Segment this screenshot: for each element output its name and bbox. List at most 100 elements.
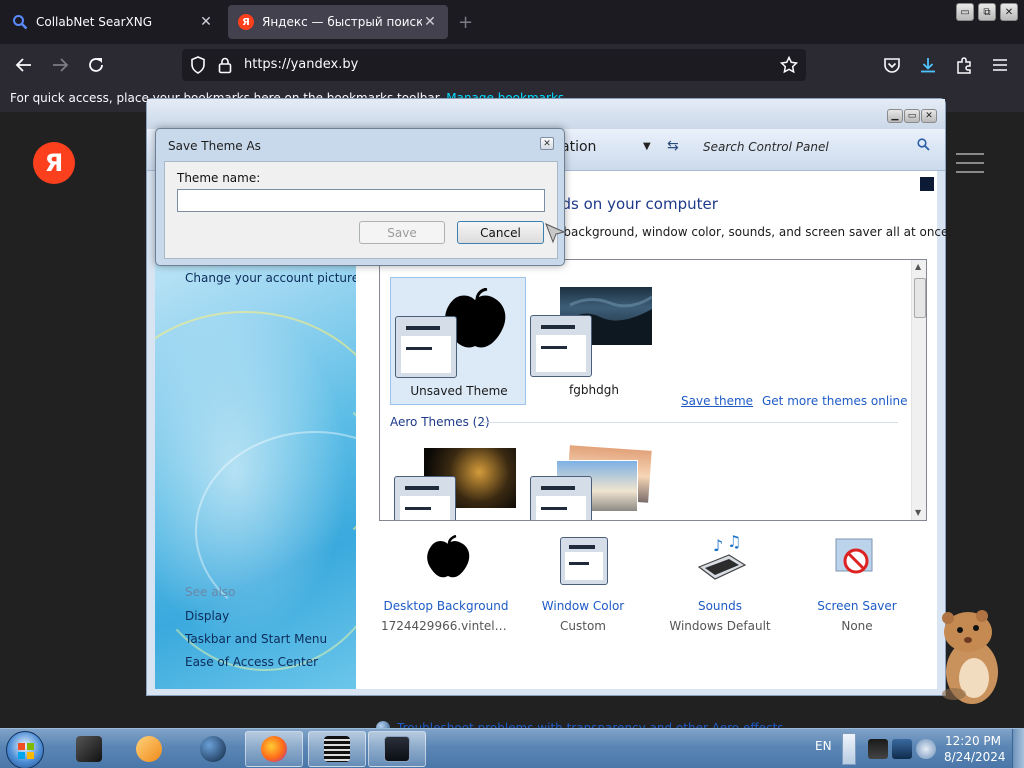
aero-themes-heading: Aero Themes (2) [390,415,490,429]
url-bar[interactable]: https://yandex.by [182,49,806,81]
download-icon[interactable] [916,53,940,77]
svg-text:♪: ♪ [713,536,723,555]
theme-label: Unsaved Theme [410,384,508,398]
yandex-logo[interactable]: Я [33,142,75,184]
page-description: n background, window color, sounds, and … [552,225,953,239]
taskbar-app-terminal[interactable] [60,731,118,767]
option-value: Custom [560,619,606,633]
start-button[interactable] [6,731,44,768]
maximize-button[interactable]: ⧉ [978,3,996,21]
close-tab-icon[interactable]: ✕ [198,14,214,30]
refresh-icon[interactable]: ⇆ [667,138,679,154]
theme-name-label: Theme name: [177,171,261,185]
close-window-button[interactable]: ✕ [1000,3,1018,21]
control-panel-titlebar: ▁ ▭ ✕ [147,99,945,129]
search-icon[interactable] [917,138,930,155]
option-name: Screen Saver [817,599,897,613]
theme-tile-unsaved[interactable]: Unsaved Theme [390,277,526,405]
lock-icon[interactable] [218,56,232,77]
search-control-panel-box[interactable]: Search Control Panel [695,136,939,160]
browser-tab-bar: CollabNet SearXNG ✕ Я Яндекс — быстрый п… [0,0,1024,44]
shield-icon[interactable] [190,56,206,77]
taskbar-app-firefox[interactable] [245,731,303,767]
yandex-menu-icon[interactable] [956,153,984,173]
mouse-cursor-icon [544,222,566,247]
option-name: Desktop Background [383,599,509,613]
magnifier-icon [12,14,28,30]
cp-maximize-button[interactable]: ▭ [904,109,920,123]
scrollbar-thumb[interactable] [914,278,926,318]
tab-collabnet-searxng[interactable]: CollabNet SearXNG ✕ [2,5,224,39]
themes-scrollbar[interactable]: ▲ ▼ [911,260,926,520]
dialog-body: Theme name: Save Cancel [164,161,558,259]
dialog-close-button[interactable]: ✕ [540,137,554,150]
taskbar-app-control-panel[interactable] [368,731,426,767]
black-box-icon [76,736,102,762]
clock-time[interactable]: 12:20 PM [944,734,1002,748]
volume-icon[interactable] [916,739,936,759]
window-color-icon [560,537,608,585]
clock-date[interactable]: 8/24/2024 [944,750,1006,764]
see-also-heading: See also [185,585,236,599]
screen-saver-none-icon [832,535,880,586]
notepad-icon [324,736,350,762]
window-thumbnail-icon [394,476,456,520]
taskbar-app-notepad[interactable] [308,731,366,767]
show-desktop-button[interactable] [1012,729,1024,768]
breadcrumb[interactable]: ation [561,139,596,155]
dialog-title: Save Theme As [168,139,261,153]
network-icon[interactable] [892,739,912,759]
extensions-icon[interactable] [952,53,976,77]
scroll-up-icon[interactable]: ▲ [915,262,921,271]
display-link[interactable]: Display [185,609,229,623]
change-account-picture-link[interactable]: Change your account picture [185,271,356,285]
reload-icon[interactable] [84,53,108,77]
cancel-button[interactable]: Cancel [457,221,544,244]
cp-minimize-button[interactable]: ▁ [887,109,903,123]
window-thumbnail-icon [395,316,457,378]
tab-title: CollabNet SearXNG [36,15,153,29]
tray-app-icon[interactable] [868,739,888,759]
language-indicator[interactable]: EN [815,739,832,753]
tray-flag-icon[interactable] [842,733,856,765]
option-value: None [841,619,873,633]
tab-yandex[interactable]: Я Яндекс — быстрый поиск в интернете ✕ [228,5,448,39]
breadcrumb-dropdown-icon[interactable]: ▼ [643,141,651,152]
navigation-toolbar: https://yandex.by [0,44,1024,86]
page-heading: nds on your computer [552,195,718,213]
divider [482,422,898,423]
taskbar-app-media-player[interactable] [120,731,178,767]
scroll-down-icon[interactable]: ▼ [915,508,921,517]
save-theme-link[interactable]: Save theme [681,394,753,408]
get-more-themes-link[interactable]: Get more themes online [762,394,908,408]
control-panel-icon [384,736,410,762]
window-thumbnail-icon [530,476,592,520]
ease-of-access-link[interactable]: Ease of Access Center [185,655,318,669]
option-name: Window Color [541,599,625,613]
new-tab-button[interactable]: + [458,12,473,33]
star-bookmark-icon[interactable] [779,55,799,77]
apple-silhouette-icon [421,534,473,582]
cp-close-button[interactable]: ✕ [921,109,937,123]
theme-label: fgbhdgh [569,383,619,397]
svg-text:♫: ♫ [727,533,741,551]
forward-arrow-icon[interactable] [48,53,72,77]
pocket-icon[interactable] [880,53,904,77]
taskbar-start-menu-link[interactable]: Taskbar and Start Menu [185,632,327,646]
hamburger-menu-icon[interactable] [988,53,1012,77]
taskbar-app-globe[interactable] [184,731,242,767]
save-theme-as-dialog: Save Theme As ✕ Theme name: Save Cancel [155,128,565,266]
option-value: Windows Default [669,619,771,633]
minimize-button[interactable]: ▭ [956,3,974,21]
hamster-gadget-icon[interactable] [934,606,1008,706]
window-thumbnail-icon [530,315,592,377]
save-button[interactable]: Save [359,221,445,244]
sounds-keyboard-icon: ♪ ♫ [695,532,747,586]
search-placeholder: Search Control Panel [703,140,829,154]
close-tab-icon[interactable]: ✕ [422,14,438,30]
back-arrow-icon[interactable] [12,53,36,77]
theme-name-input[interactable] [177,189,545,212]
themes-list: Unsaved Theme fgbhdgh Save theme Get mor… [379,259,927,521]
theme-tile-fgbhdgh[interactable]: fgbhdgh [526,277,662,405]
url-text[interactable]: https://yandex.by [244,57,358,72]
